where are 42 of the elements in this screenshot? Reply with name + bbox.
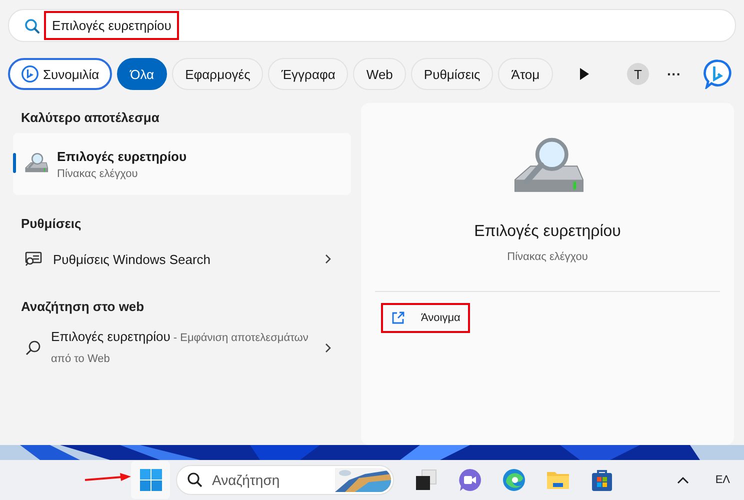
best-result-item[interactable]: Επιλογές ευρετηρίου Πίνακας ελέγχου [13, 133, 351, 195]
filter-chip[interactable]: Άτομ [498, 58, 553, 90]
filter-chip[interactable]: Ρυθμίσεις [410, 58, 494, 90]
settings-result-item[interactable]: Ρυθμίσεις Windows Search [13, 239, 351, 279]
chat-chip[interactable]: Συνομιλία [8, 58, 112, 90]
search-settings-icon [25, 251, 43, 267]
chevron-right-icon [325, 343, 331, 353]
chevron-up-icon[interactable] [677, 476, 690, 484]
more-button[interactable]: ··· [667, 66, 681, 82]
store-icon[interactable] [590, 468, 614, 492]
preview-subtitle: Πίνακας ελέγχου [507, 251, 588, 263]
account-avatar[interactable]: T [627, 63, 649, 85]
chat-logo-icon [21, 65, 39, 83]
browser-icon[interactable] [502, 468, 526, 492]
section-heading: Καλύτερο αποτέλεσμα [20, 109, 160, 127]
windows-logo-icon [140, 469, 162, 491]
search-field[interactable]: Επιλογές ευρετηρίου [8, 9, 736, 42]
language-indicator[interactable]: ΕΛ [715, 474, 730, 486]
result-subtitle: Πίνακας ελέγχου [57, 168, 139, 180]
result-title: Επιλογές ευρετηρίου [57, 148, 187, 164]
section-heading: Αναζήτηση στο web [20, 298, 146, 316]
open-external-icon [391, 311, 405, 325]
chevron-right-icon [325, 254, 331, 264]
filter-chip[interactable]: Έγγραφα [268, 58, 348, 90]
filter-chip[interactable]: Εφαρμογές [172, 58, 264, 90]
preview-title: Επιλογές ευρετηρίου [474, 223, 621, 241]
web-result-item[interactable]: Επιλογές ευρετηρίου - Εμφάνιση αποτελεσμάτων από το Web [13, 322, 351, 374]
scroll-right-button[interactable] [579, 68, 589, 80]
filter-chip[interactable]: Όλα [117, 58, 168, 90]
chat-logo-icon[interactable] [703, 59, 733, 89]
selection-indicator [13, 153, 16, 173]
section-heading: Ρυθμίσεις [20, 215, 82, 233]
open-button[interactable]: Άνοιγμα [381, 303, 470, 333]
result-title: Επιλογές ευρετηρίου - Εμφάνιση αποτελεσμάτων από το Web [51, 328, 310, 367]
search-icon [25, 340, 41, 356]
search-icon [187, 472, 203, 488]
task-view-icon[interactable] [414, 468, 438, 492]
start-button[interactable] [131, 461, 170, 499]
search-icon [24, 18, 40, 34]
filter-chip[interactable]: Web [353, 58, 406, 90]
video-chat-icon[interactable] [458, 468, 482, 492]
result-title: Ρυθμίσεις Windows Search [53, 252, 212, 266]
